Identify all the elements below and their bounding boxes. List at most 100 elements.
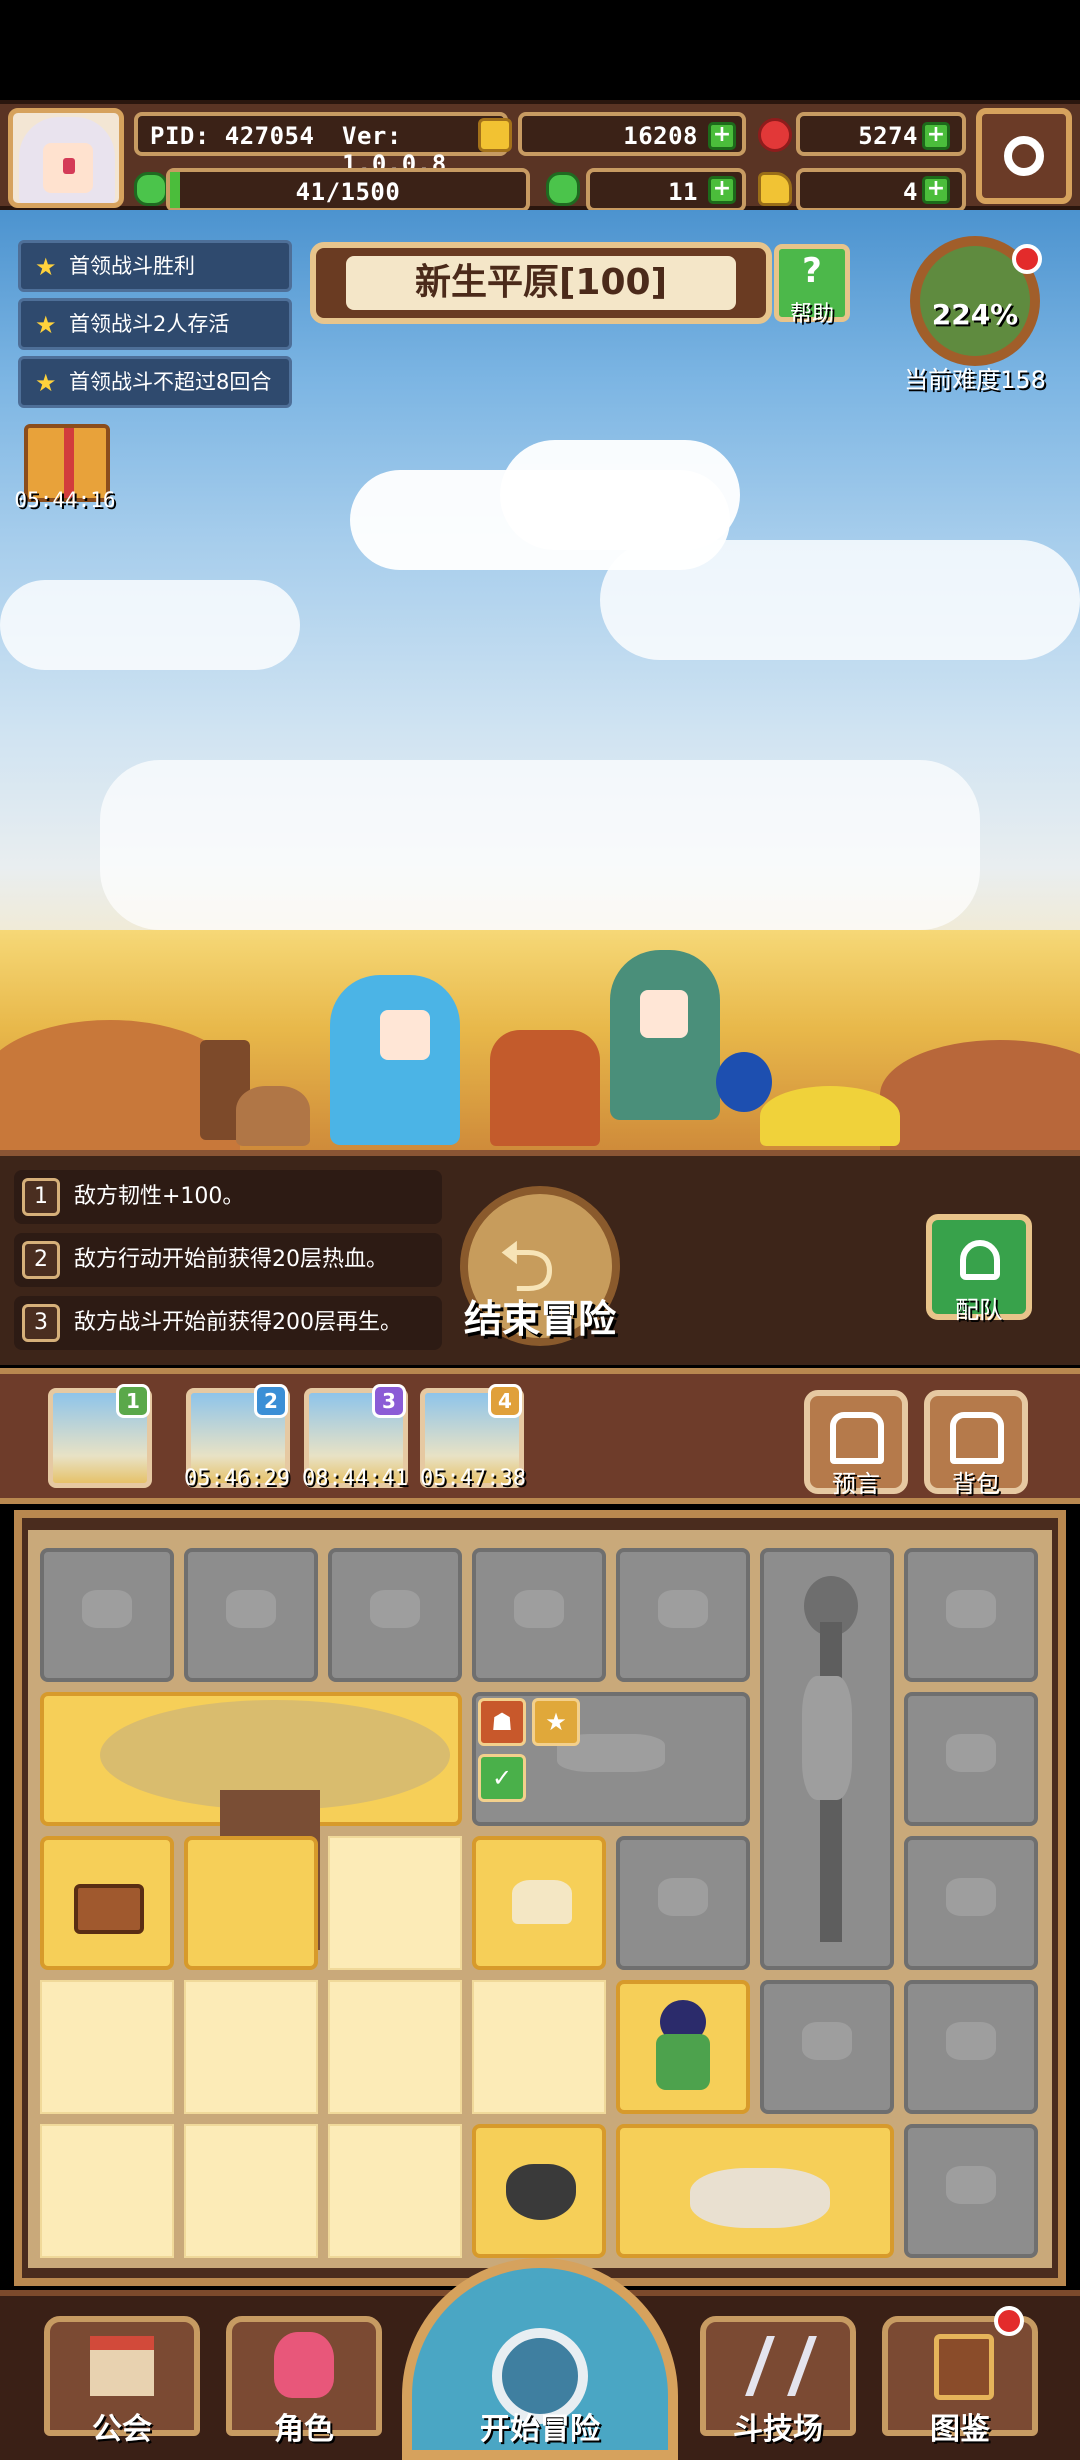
prophecy-label: 预言	[832, 1470, 880, 1498]
effect-number: 1	[22, 1178, 60, 1216]
nav-character-label: 角色	[274, 2412, 334, 2447]
add-key-button[interactable]: +	[922, 176, 950, 204]
rock-icon	[512, 1880, 572, 1924]
cloud	[0, 580, 300, 670]
cloud-bank	[100, 760, 980, 930]
status-bar	[0, 0, 1080, 100]
slot-timer: 05:47:38	[420, 1466, 526, 1491]
clover-amount: 11	[668, 178, 698, 206]
guild-hall-icon	[90, 2336, 154, 2396]
nav-start-label: 开始冒险	[480, 2412, 600, 2447]
map-tile-locked[interactable]	[904, 1836, 1038, 1970]
goblin-icon	[656, 2034, 710, 2090]
effect-row: 3 敌方战斗开始前获得200层再生。	[14, 1296, 442, 1350]
pid-version-row: PID: 427054 Ver: 1.0.0.8	[134, 112, 508, 178]
ice-hero-face	[380, 1010, 430, 1060]
crossed-swords-icon	[745, 2336, 817, 2396]
quest-label: 首领战斗不超过8回合	[69, 370, 272, 394]
difficulty-percent: 224%	[931, 298, 1019, 331]
team-icon	[960, 1240, 1000, 1280]
notification-dot	[994, 2306, 1024, 2336]
map-tile-dead-tree[interactable]	[760, 1548, 894, 1970]
slot-badge: 2	[254, 1384, 288, 1418]
effect-number: 3	[22, 1304, 60, 1342]
nav-codex-label: 图鉴	[930, 2412, 990, 2447]
gear-icon	[1004, 136, 1044, 176]
map-tile-locked[interactable]	[184, 1548, 318, 1682]
stamina-text: 41/1500	[295, 178, 401, 206]
map-tile-empty[interactable]	[328, 1836, 462, 1970]
map-tile-cauldron[interactable]	[472, 2124, 606, 2258]
player-avatar[interactable]	[8, 108, 124, 208]
cloud	[600, 540, 1080, 660]
map-tile-goblin[interactable]	[616, 1980, 750, 2114]
notification-dot	[1012, 244, 1042, 274]
star-icon: ★	[35, 369, 57, 397]
quest-item: ★ 首领战斗不超过8回合	[18, 356, 292, 408]
map-tile-locked[interactable]	[904, 1692, 1038, 1826]
stamina-clover-icon	[134, 172, 168, 206]
character-icon	[274, 2332, 334, 2398]
quest-label: 首领战斗胜利	[69, 254, 195, 278]
effect-text: 敌方韧性+100。	[74, 1184, 245, 1209]
map-tile-locked[interactable]	[616, 1548, 750, 1682]
effect-text: 敌方战斗开始前获得200层再生。	[74, 1310, 402, 1335]
cauldron-icon	[506, 2164, 576, 2220]
quest-label: 首领战斗2人存活	[69, 312, 230, 336]
map-tile-empty[interactable]	[472, 1980, 606, 2114]
thumbs-up-icon: ✓	[478, 1754, 526, 1802]
stamina-bar: 41/1500	[166, 168, 530, 212]
settings-button[interactable]	[976, 108, 1072, 204]
map-tile-empty[interactable]	[40, 1980, 174, 2114]
slot-timer: 05:46:29	[184, 1466, 290, 1491]
backpack-icon	[950, 1412, 1004, 1464]
map-tile-locked[interactable]	[616, 1836, 750, 1970]
gem-amount: 5274	[858, 122, 918, 150]
end-adventure-label: 结束冒险	[463, 1297, 616, 1341]
nav-guild-label: 公会	[92, 2412, 152, 2447]
map-tile-chest[interactable]	[40, 1836, 174, 1970]
map-tile-locked[interactable]	[904, 1548, 1038, 1682]
add-clover-button[interactable]: +	[708, 176, 736, 204]
book-icon	[934, 2334, 994, 2400]
stage-title: 新生平原[100]	[346, 256, 736, 310]
map-tile-empty[interactable]	[328, 1980, 462, 2114]
clover-icon	[546, 172, 580, 206]
map-tile-locked[interactable]	[472, 1548, 606, 1682]
ice-hero-sprite[interactable]	[330, 975, 460, 1145]
difficulty-label: 当前难度158	[904, 366, 1046, 394]
red-gem-icon	[758, 118, 792, 152]
campfire-sprite	[490, 1030, 600, 1146]
key-icon	[758, 172, 792, 206]
map-tile-rock[interactable]	[472, 1836, 606, 1970]
add-gem-button[interactable]: +	[922, 122, 950, 150]
map-tile-skull[interactable]	[616, 2124, 894, 2258]
map-tile-locked[interactable]	[904, 2124, 1038, 2258]
effect-number: 2	[22, 1241, 60, 1279]
map-tile-locked[interactable]	[904, 1980, 1038, 2114]
bunny-hero-face	[640, 990, 688, 1038]
question-icon: ?	[802, 251, 822, 291]
star-marker-icon: ★	[532, 1698, 580, 1746]
crystal-ball-icon	[830, 1412, 884, 1464]
map-tile-locked[interactable]	[40, 1548, 174, 1682]
quest-item: ★ 首领战斗2人存活	[18, 298, 292, 350]
map-tile-locked[interactable]	[328, 1548, 462, 1682]
map-tile-field[interactable]	[184, 1836, 318, 1970]
effect-row: 1 敌方韧性+100。	[14, 1170, 442, 1224]
gold-amount: 16208	[623, 122, 698, 150]
map-tile-locked[interactable]	[760, 1980, 894, 2114]
help-label: 帮助	[789, 302, 834, 327]
slot-badge: 1	[116, 1384, 150, 1418]
key-amount: 4	[903, 178, 918, 206]
map-tile-empty[interactable]	[328, 2124, 462, 2258]
beast-skull-icon	[690, 2168, 830, 2228]
map-tile-empty[interactable]	[40, 2124, 174, 2258]
map-tile-empty[interactable]	[184, 1980, 318, 2114]
star-icon: ★	[35, 311, 57, 339]
stage-title-banner: 新生平原[100]	[310, 242, 772, 324]
map-tile-empty[interactable]	[184, 2124, 318, 2258]
enemy-marker-icon: ☗	[478, 1698, 526, 1746]
dog-sprite	[236, 1086, 310, 1146]
add-gold-button[interactable]: +	[708, 122, 736, 150]
